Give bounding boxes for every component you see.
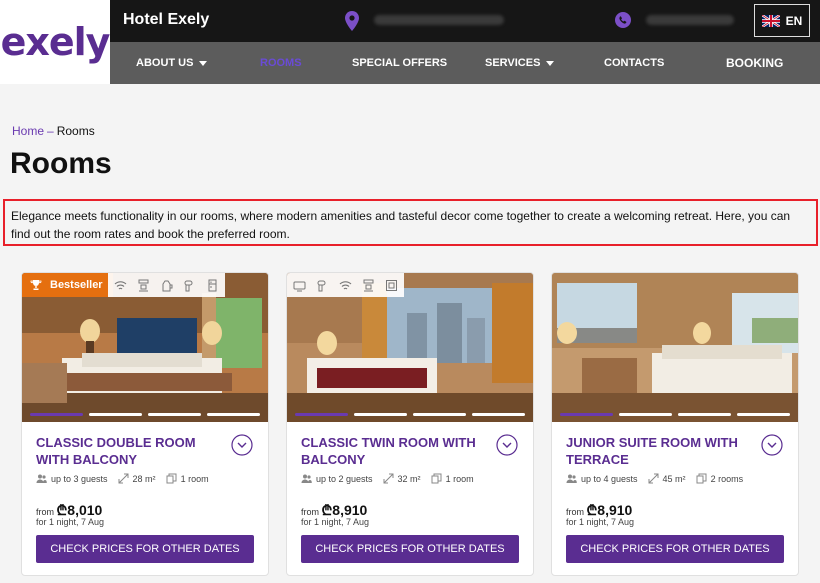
coffee-machine-icon — [363, 279, 374, 291]
area-icon — [118, 473, 129, 484]
slide-indicator[interactable] — [295, 413, 525, 416]
guests-icon — [301, 474, 312, 483]
logo[interactable]: exely — [0, 0, 110, 84]
room-card: JUNIOR SUITE ROOM WITH TERRACE up to 4 g… — [551, 272, 799, 576]
bestseller-badge: Bestseller — [22, 273, 113, 297]
guests-icon — [566, 474, 577, 483]
nav-booking[interactable]: BOOKING — [726, 42, 783, 84]
check-prices-button[interactable]: CHECK PRICES FOR OTHER DATES — [566, 535, 784, 563]
language-selector[interactable]: EN — [754, 4, 810, 37]
nav-label: SERVICES — [485, 57, 541, 69]
slide-indicator[interactable] — [560, 413, 790, 416]
breadcrumb-home[interactable]: Home — [12, 124, 44, 138]
slide-indicator[interactable] — [30, 413, 260, 416]
fridge-icon — [208, 279, 217, 291]
tv-icon — [293, 281, 306, 291]
chevron-down-icon — [546, 60, 555, 66]
nav-services[interactable]: SERVICES — [485, 42, 555, 84]
logo-text: exely — [0, 20, 111, 64]
address-redacted — [374, 15, 504, 25]
room-name[interactable]: CLASSIC DOUBLE ROOM WITH BALCONY — [36, 434, 226, 468]
price-from: from — [566, 507, 584, 517]
room-card: Bestseller CLASSIC DOUBLE ROOM WITH BALC… — [21, 272, 269, 576]
chevron-down-icon — [199, 60, 208, 66]
phone-icon — [615, 12, 631, 28]
room-count: 2 rooms — [710, 473, 744, 484]
guests-icon — [36, 474, 47, 483]
room-name[interactable]: JUNIOR SUITE ROOM WITH TERRACE — [566, 434, 756, 468]
room-photo[interactable] — [552, 273, 798, 422]
room-specs: up to 3 guests 28 m² 1 room — [36, 473, 209, 484]
amenity-icons — [287, 273, 404, 297]
price-value: ₾8,010 — [56, 502, 103, 518]
area-icon — [648, 473, 659, 484]
kettle-icon — [162, 280, 173, 291]
wifi-icon — [339, 280, 352, 289]
rooms-icon — [431, 473, 442, 484]
room-name[interactable]: CLASSIC TWIN ROOM WITH BALCONY — [301, 434, 491, 468]
rooms-icon — [696, 473, 707, 484]
nav-label: CONTACTS — [604, 57, 665, 69]
check-prices-button[interactable]: CHECK PRICES FOR OTHER DATES — [301, 535, 519, 563]
safe-icon — [386, 279, 397, 291]
room-area: 28 m² — [132, 473, 156, 484]
wifi-icon — [114, 280, 127, 289]
nav-label: BOOKING — [726, 56, 784, 70]
page-title: Rooms — [10, 147, 112, 180]
guests-count: up to 3 guests — [51, 473, 108, 484]
nav-contacts[interactable]: CONTACTS — [604, 42, 664, 84]
breadcrumb-current: Rooms — [56, 124, 95, 138]
language-code: EN — [785, 13, 803, 28]
price-from: from — [301, 507, 319, 517]
guests-count: up to 4 guests — [581, 473, 638, 484]
room-card: CLASSIC TWIN ROOM WITH BALCONY up to 2 g… — [286, 272, 534, 576]
room-specs: up to 4 guests 45 m² 2 rooms — [566, 473, 743, 484]
room-photo[interactable]: Bestseller — [22, 273, 268, 422]
hairdryer-icon — [184, 280, 193, 291]
check-prices-button[interactable]: CHECK PRICES FOR OTHER DATES — [36, 535, 254, 563]
guests-count: up to 2 guests — [316, 473, 373, 484]
room-area: 45 m² — [662, 473, 686, 484]
room-specs: up to 2 guests 32 m² 1 room — [301, 473, 474, 484]
top-bar: Hotel Exely EN — [110, 0, 820, 42]
price-note: for 1 night, 7 Aug — [566, 517, 635, 527]
price-value: ₾8,910 — [586, 502, 633, 518]
area-icon — [383, 473, 394, 484]
trophy-icon — [30, 280, 42, 290]
breadcrumb: Home – Rooms — [12, 124, 95, 138]
nav-label: ROOMS — [260, 57, 302, 69]
nav-about-us[interactable]: ABOUT US — [136, 42, 208, 84]
location-pin-icon — [345, 11, 359, 31]
chevron-down-icon[interactable] — [231, 434, 253, 456]
room-photo[interactable] — [287, 273, 533, 422]
amenity-icons — [108, 273, 225, 297]
price-note: for 1 night, 7 Aug — [301, 517, 370, 527]
nav-label: ABOUT US — [136, 57, 194, 69]
phone-redacted — [646, 15, 734, 25]
price-note: for 1 night, 7 Aug — [36, 517, 105, 527]
room-area: 32 m² — [397, 473, 421, 484]
rooms-icon — [166, 473, 177, 484]
nav-rooms[interactable]: ROOMS — [260, 42, 302, 84]
price-from: from — [36, 507, 54, 517]
price-value: ₾8,910 — [321, 502, 368, 518]
room-count: 1 room — [445, 473, 474, 484]
breadcrumb-separator: – — [47, 124, 54, 138]
hairdryer-icon — [317, 280, 326, 291]
nav-special-offers[interactable]: SPECIAL OFFERS — [352, 42, 447, 84]
coffee-machine-icon — [138, 279, 149, 291]
uk-flag-icon — [761, 14, 780, 27]
badge-label: Bestseller — [50, 279, 103, 291]
chevron-down-icon[interactable] — [761, 434, 783, 456]
hotel-name[interactable]: Hotel Exely — [123, 11, 209, 29]
main-nav: ABOUT US ROOMS SPECIAL OFFERS SERVICES C… — [110, 42, 820, 84]
chevron-down-icon[interactable] — [496, 434, 518, 456]
nav-label: SPECIAL OFFERS — [352, 57, 448, 69]
room-count: 1 room — [180, 473, 209, 484]
intro-text: Elegance meets functionality in our room… — [3, 199, 818, 246]
